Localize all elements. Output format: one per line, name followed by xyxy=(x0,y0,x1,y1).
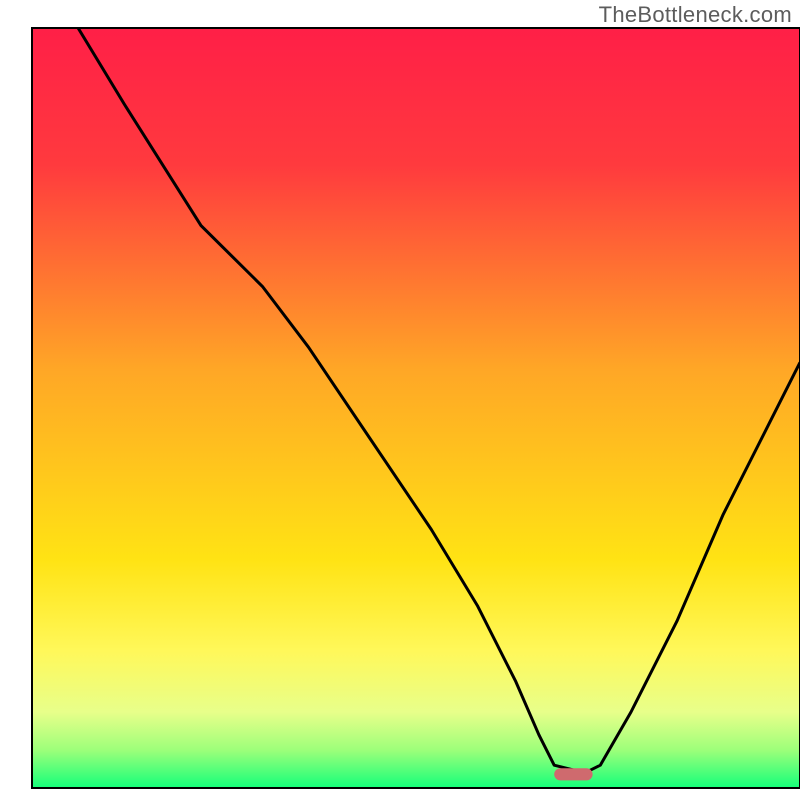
watermark-text: TheBottleneck.com xyxy=(599,2,792,28)
bottleneck-chart-svg xyxy=(0,0,800,800)
chart-stage: TheBottleneck.com xyxy=(0,0,800,800)
optimal-marker xyxy=(554,768,592,780)
